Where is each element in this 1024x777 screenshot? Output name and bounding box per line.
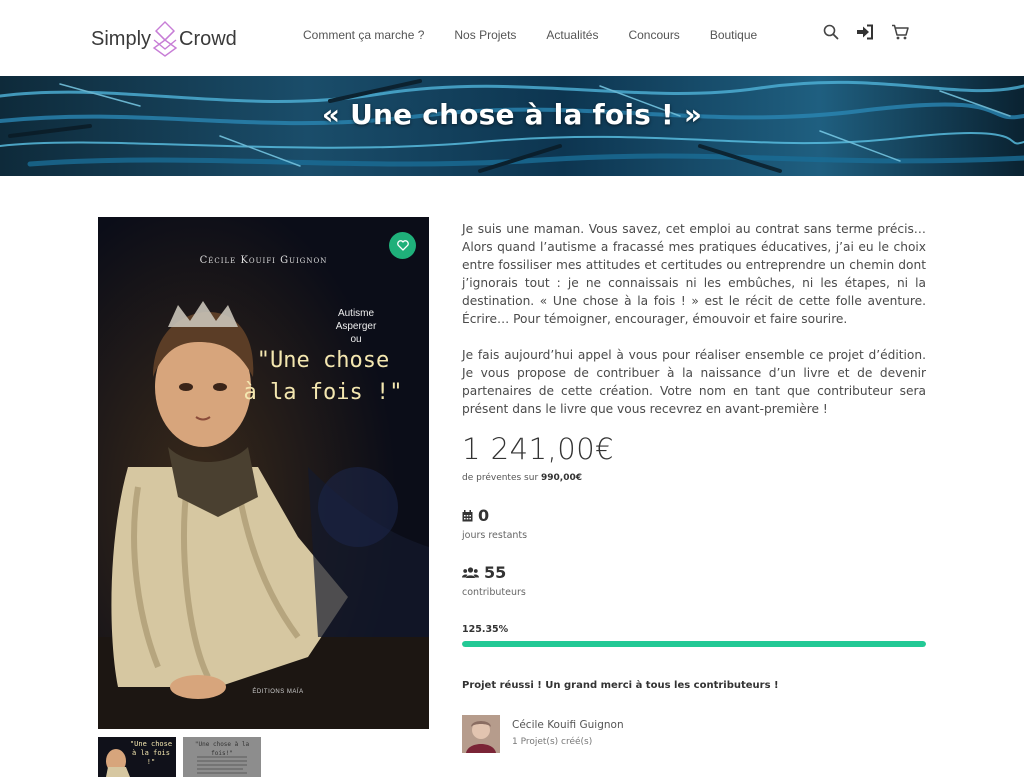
creator-avatar[interactable] [462,715,500,753]
funding-progress-bar [462,641,926,647]
hero-banner: « Une chose à la fois ! » [0,76,1024,176]
cover-subtitle: Autisme Asperger ou [321,307,391,346]
nav-shop[interactable]: Boutique [710,28,757,42]
description-paragraph-2: Je fais aujourd’hui appel à vous pour ré… [462,348,926,416]
logo-text-right: Crowd [179,27,237,50]
contributors-value: 55 [484,563,507,582]
thumbnail-back-title: "Une chose à la fois!" [194,741,250,757]
thumbnail-title-line: à la fois !" [132,749,170,766]
search-icon[interactable] [823,24,839,40]
users-icon [462,566,479,578]
creator-projects-count: 1 Projet(s) créé(s) [512,737,593,747]
cover-author: Cécile Kouifi Guignon [199,255,328,266]
cover-publisher: ÉDITIONS MAÏA [252,689,304,695]
favorite-button[interactable] [389,232,416,259]
nav-news[interactable]: Actualités [546,28,598,42]
project-cover-image[interactable]: Cécile Kouifi Guignon Autisme Asperger o… [98,217,429,729]
header-actions [823,24,909,40]
logo-text-left: Simply [91,27,152,50]
thumbnail-back[interactable]: "Une chose à la fois!" [183,737,261,777]
cover-title: "Une chose à la fois !" [238,345,408,409]
cover-subtitle-line: Autisme [337,308,375,319]
logo-mark-icon [152,21,178,57]
days-remaining-label: jours restants [462,530,528,541]
sign-in-icon[interactable] [856,24,874,40]
cover-title-line: à la fois !" [243,380,403,405]
cover-title-line: "Une chose [256,348,390,373]
description-paragraph-1: Je suis une maman. Vous savez, cet emplo… [462,222,926,326]
image-thumbnails: "Une chose à la fois !" "Une chose à la … [98,737,261,777]
cover-subtitle-line: Asperger [335,321,377,332]
contributors-count: 55 [462,563,506,582]
main-nav: Comment ça marche ? Nos Projets Actualit… [303,0,757,70]
thumbnail-title: "Une chose à la fois !" [126,740,176,767]
creator-info: Cécile Kouifi Guignon 1 Projet(s) créé(s… [512,715,624,753]
funding-percent: 125.35% [462,624,509,635]
creator-avatar-image [462,715,500,753]
creator-name[interactable]: Cécile Kouifi Guignon [512,719,624,731]
contributors-label: contributeurs [462,587,526,598]
amount-goal-text: de préventes sur 990,00€ [462,473,582,483]
nav-projects[interactable]: Nos Projets [454,28,516,42]
project-description: Je suis une maman. Vous savez, cet emplo… [462,220,926,418]
nav-contests[interactable]: Concours [628,28,679,42]
amount-goal: 990,00€ [541,473,583,483]
cover-illustration [98,217,429,729]
thumbnail-title-line: "Une chose [129,740,173,748]
site-logo[interactable]: Simply Crowd [91,20,237,58]
days-remaining: 0 [462,506,489,525]
heart-icon [396,240,409,251]
amount-raised: 1 241,00€ [462,432,615,466]
project-title: « Une chose à la fois ! » [321,98,703,131]
nav-how-it-works[interactable]: Comment ça marche ? [303,28,424,42]
amount-goal-prefix: de préventes sur [462,473,539,483]
thumbnail-cover[interactable]: "Une chose à la fois !" [98,737,176,777]
days-remaining-value: 0 [478,506,490,525]
project-creator: Cécile Kouifi Guignon 1 Projet(s) créé(s… [462,715,624,753]
project-success-message: Projet réussi ! Un grand merci à tous le… [462,680,779,691]
cart-icon[interactable] [891,24,909,40]
calendar-icon [462,509,473,521]
funding-progress-fill [462,641,926,647]
site-header: Simply Crowd Comment ça marche ? Nos Pro… [0,0,1012,76]
